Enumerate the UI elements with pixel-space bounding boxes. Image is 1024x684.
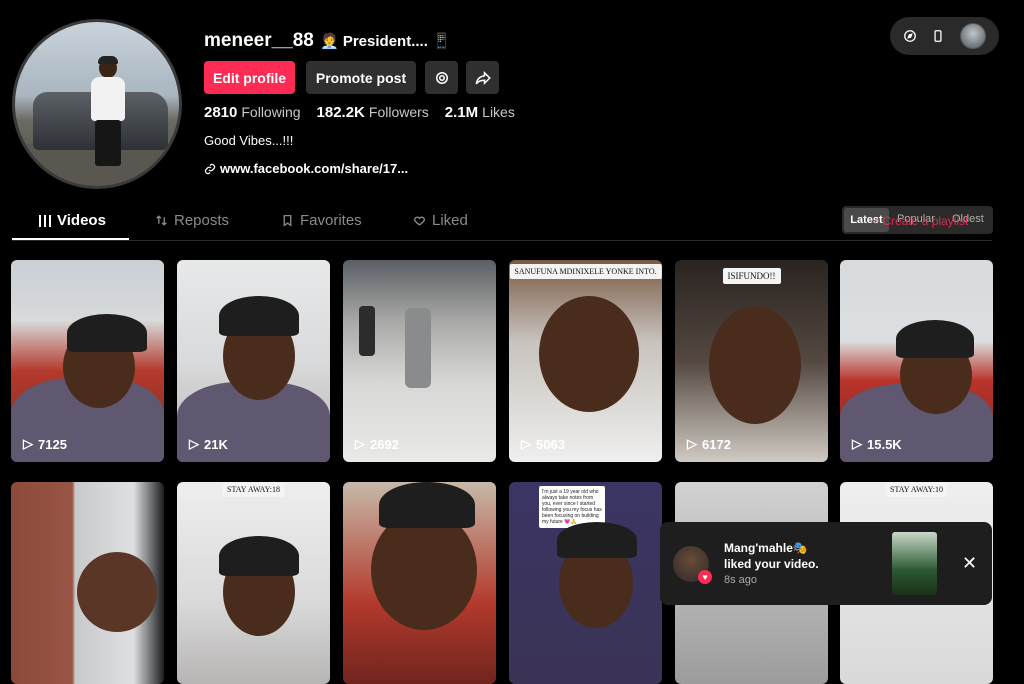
share-icon: [475, 70, 491, 85]
profile-avatar[interactable]: [12, 19, 182, 189]
like-notification[interactable]: ♥ Mang'mahle🎭 liked your video. 8s ago ✕: [660, 522, 992, 605]
bookmark-icon: [283, 214, 292, 227]
create-playlist-button[interactable]: + Create a playlist: [872, 214, 968, 228]
view-count: ▷ 21K: [189, 436, 228, 452]
compass-icon[interactable]: [903, 29, 917, 43]
play-icon: ▷: [23, 436, 33, 451]
video-tile[interactable]: ▷ 2692: [343, 260, 496, 462]
edit-profile-button[interactable]: Edit profile: [204, 61, 295, 94]
video-tile[interactable]: ▷ 15.5K: [840, 260, 993, 462]
tab-favorites[interactable]: Favorites: [281, 212, 362, 229]
active-tab-indicator: [12, 238, 129, 240]
play-icon: ▷: [852, 436, 862, 451]
video-caption: SANUFUNA MDINIXELE YONKE INTO.: [509, 264, 662, 279]
heart-outline-icon: [413, 216, 426, 226]
view-count: ▷ 5063: [521, 436, 565, 452]
video-tile[interactable]: STAY AWAY:18: [177, 482, 330, 684]
video-tile[interactable]: I'm just a 19 year old who always take n…: [509, 482, 662, 684]
followers-count[interactable]: 182.2K Followers: [317, 104, 429, 121]
play-icon: ▷: [521, 436, 531, 451]
link-icon: [204, 163, 216, 174]
tab-reposts[interactable]: Reposts: [155, 212, 229, 229]
video-tile[interactable]: ISIFUNDO!! ▷ 6172: [675, 260, 828, 462]
play-icon: ▷: [355, 436, 365, 451]
phone-icon[interactable]: [931, 29, 945, 43]
video-tile[interactable]: ▷ 21K: [177, 260, 330, 462]
username: meneer__88: [204, 30, 314, 51]
play-icon: ▷: [687, 436, 697, 451]
close-icon[interactable]: ✕: [962, 553, 977, 574]
tab-videos[interactable]: Videos: [39, 212, 106, 229]
video-tile[interactable]: ▷ 7125: [11, 260, 164, 462]
account-avatar[interactable]: [959, 23, 986, 49]
play-icon: ▷: [189, 436, 199, 451]
profile-bio: Good Vibes...!!!: [204, 133, 294, 148]
view-count: ▷ 6172: [687, 436, 731, 452]
notification-user: Mang'mahle🎭: [724, 541, 808, 555]
video-caption: ISIFUNDO!!: [722, 268, 781, 284]
view-count: ▷ 15.5K: [852, 436, 902, 452]
share-profile-button[interactable]: [466, 61, 499, 94]
top-actions: [890, 17, 999, 55]
settings-button[interactable]: [425, 61, 458, 94]
profile-stats: 2810 Following 182.2K Followers 2.1M Likes: [204, 104, 515, 121]
promote-post-button[interactable]: Promote post: [306, 61, 416, 94]
following-count[interactable]: 2810 Following: [204, 104, 301, 121]
notification-video-thumbnail[interactable]: [892, 532, 937, 595]
likes-count: 2.1M Likes: [444, 104, 515, 121]
repost-icon: [156, 215, 167, 226]
video-caption: STAY AWAY:10: [885, 482, 948, 497]
gear-icon: [435, 71, 448, 84]
profile-link[interactable]: www.facebook.com/share/17...: [204, 161, 408, 176]
grid-icon: [39, 214, 51, 227]
video-tile[interactable]: SANUFUNA MDINIXELE YONKE INTO. ▷ 5063: [509, 260, 662, 462]
nickname: 🧑‍💼 President.... 📱: [320, 33, 451, 50]
video-caption: STAY AWAY:18: [222, 482, 285, 497]
notification-time: 8s ago: [724, 574, 758, 586]
heart-icon: ♥: [698, 570, 712, 584]
video-tile[interactable]: [343, 482, 496, 684]
notification-message: liked your video.: [724, 557, 819, 571]
video-tile[interactable]: [11, 482, 164, 684]
profile-link-text: www.facebook.com/share/17...: [220, 161, 409, 176]
view-count: ▷ 2692: [355, 436, 399, 452]
view-count: ▷ 7125: [23, 436, 67, 452]
tab-liked[interactable]: Liked: [413, 212, 468, 229]
